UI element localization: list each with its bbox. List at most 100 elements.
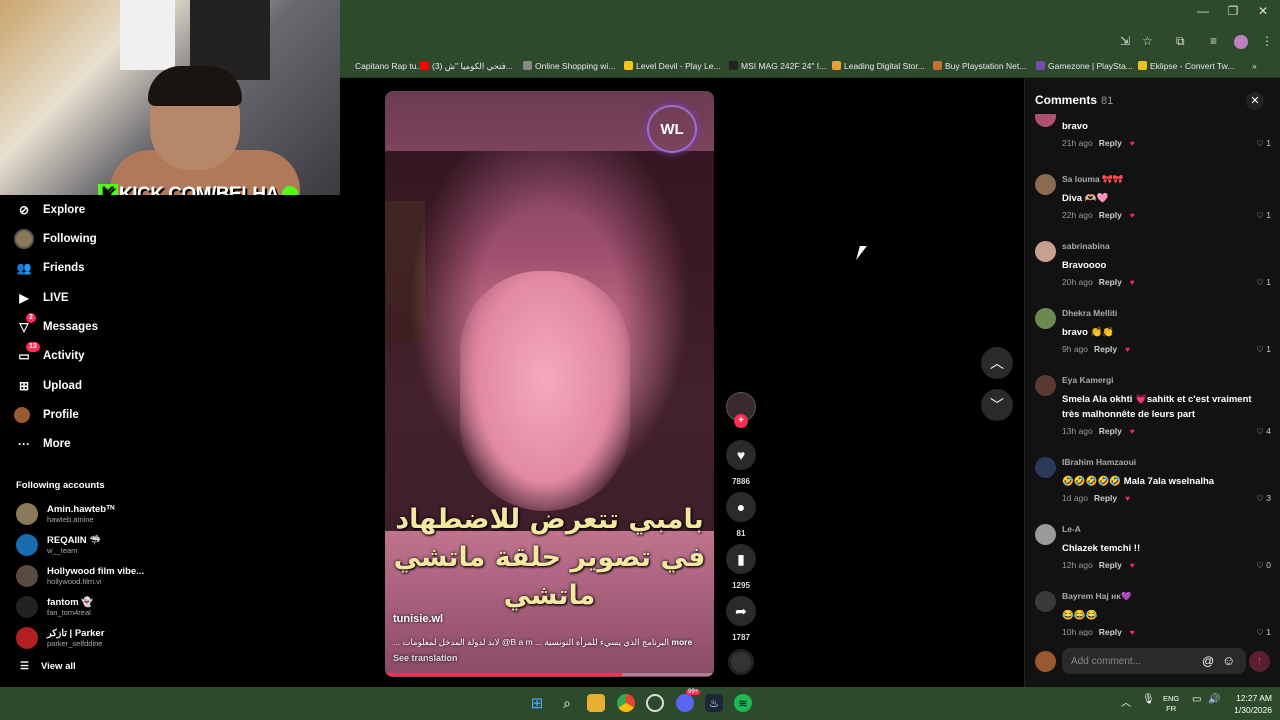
like-heart-icon[interactable]: ♥	[726, 440, 756, 470]
commenter-avatar[interactable]	[1035, 591, 1056, 612]
share-arrow-icon[interactable]: ➦	[726, 596, 756, 626]
next-video-chevron-down-icon[interactable]: ﹀	[981, 389, 1013, 421]
bookmark-item[interactable]: Online Shopping wi...	[523, 61, 615, 71]
commenter-name[interactable]: Bayrem Haj ʜᴋ💜	[1062, 591, 1132, 602]
video-player[interactable]: WL بامبي تتعرض للاضطهاد في تصوير حلقة ما…	[385, 91, 714, 677]
commenter-avatar[interactable]	[1035, 174, 1056, 195]
add-comment-input[interactable]	[1062, 648, 1246, 674]
emoji-picker-icon[interactable]: ☺	[1222, 653, 1235, 668]
commenter-name[interactable]: Dhekra Melliti	[1062, 308, 1117, 318]
spotify-icon[interactable]: ≋	[734, 694, 752, 712]
bookmark-item[interactable]: Gamezone | PlaySta...	[1036, 61, 1133, 71]
reply-button[interactable]: Reply	[1099, 560, 1122, 570]
menu-kebab-icon[interactable]: ⋮	[1261, 34, 1273, 48]
commenter-avatar[interactable]	[1035, 457, 1056, 478]
video-more-link[interactable]: more	[671, 637, 692, 647]
comment-like-button[interactable]: ♡ 0	[1256, 560, 1271, 571]
see-translation-link[interactable]: See translation	[393, 653, 458, 663]
bookmark-item[interactable]: (3) فتحي الكوميا "ش...	[420, 61, 513, 72]
comment-like-button[interactable]: ♡ 3	[1256, 493, 1271, 504]
network-icon[interactable]: ▭	[1192, 694, 1201, 705]
obs-icon[interactable]	[646, 694, 664, 712]
following-account-item[interactable]: fantom 👻 fan_tom4real	[16, 593, 93, 621]
nav-item-activity[interactable]: ▭ 13 Activity	[14, 342, 85, 368]
view-all-link[interactable]: ☰ View all	[20, 661, 76, 672]
bookmark-item[interactable]: Level Devil - Play Le...	[624, 61, 721, 71]
following-account-item[interactable]: Hollywood film vibe... hollywood.film.vi	[16, 562, 144, 590]
chrome-icon[interactable]	[617, 694, 635, 712]
media-control-icon[interactable]: ≡	[1210, 34, 1217, 48]
profile-avatar[interactable]	[1234, 35, 1248, 49]
reply-button[interactable]: Reply	[1099, 138, 1122, 148]
mention-at-icon[interactable]: @	[1202, 654, 1214, 668]
system-clock[interactable]: 12:27 AM 1/30/2026	[1224, 692, 1272, 716]
music-disc-icon[interactable]	[728, 649, 754, 675]
bookmarks-overflow-icon[interactable]: »	[1252, 61, 1257, 71]
search-icon[interactable]: ⌕	[558, 694, 576, 712]
reply-button[interactable]: Reply	[1094, 493, 1117, 503]
following-account-item[interactable]: REQAIIN 🦈 w__team	[16, 531, 101, 559]
reply-button[interactable]: Reply	[1099, 627, 1122, 636]
reply-button[interactable]: Reply	[1099, 426, 1122, 436]
tray-overflow-chevron-icon[interactable]: ︿	[1121, 694, 1131, 709]
comment-like-button[interactable]: ♡ 1	[1256, 344, 1271, 355]
comment-like-button[interactable]: ♡ 1	[1256, 277, 1271, 288]
reply-button[interactable]: Reply	[1099, 277, 1122, 287]
reply-button[interactable]: Reply	[1099, 210, 1122, 220]
bookmark-star-icon[interactable]: ☆	[1142, 34, 1153, 48]
discord-icon[interactable]: 99+	[676, 689, 701, 712]
following-account-item[interactable]: Amin.hawtebᵀᴺ hawteb.amine	[16, 500, 114, 528]
bookmark-item[interactable]: Capitano Rap tu...	[343, 61, 424, 71]
install-app-icon[interactable]: ⇲	[1120, 34, 1130, 48]
close-window-icon[interactable]: ✕	[1248, 4, 1278, 18]
nav-item-live[interactable]: ▶ LIVE	[14, 286, 68, 310]
commenter-avatar[interactable]	[1035, 114, 1056, 127]
commenter-avatar[interactable]	[1035, 524, 1056, 545]
nav-item-following[interactable]: Following	[14, 227, 97, 251]
nav-item-profile[interactable]: Profile	[14, 403, 79, 427]
bookmark-item[interactable]: Leading Digital Stor...	[832, 61, 925, 71]
commenter-name[interactable]: Sa louma 🎀🎀	[1062, 174, 1123, 185]
follow-plus-icon[interactable]: +	[734, 414, 748, 428]
comment-time: 9h ago	[1062, 344, 1088, 354]
send-comment-icon[interactable]: ↑	[1249, 651, 1270, 672]
previous-video-chevron-up-icon[interactable]: ︿	[981, 347, 1013, 379]
comment-like-button[interactable]: ♡ 4	[1256, 426, 1271, 437]
nav-item-friends[interactable]: 👥 Friends	[14, 256, 85, 280]
comment-like-button[interactable]: ♡ 1	[1256, 210, 1271, 221]
video-progress-bar[interactable]	[385, 673, 714, 676]
steam-icon[interactable]: ♨	[705, 694, 723, 712]
windows-start-icon[interactable]: ⊞	[528, 694, 546, 712]
minimize-icon[interactable]: —	[1188, 4, 1218, 18]
commenter-name[interactable]: Le-A	[1062, 524, 1081, 534]
close-comments-icon[interactable]: ✕	[1246, 92, 1264, 110]
commenter-name[interactable]: sabrinabina	[1062, 241, 1110, 251]
commenter-avatar[interactable]	[1035, 375, 1056, 396]
bookmark-favicon-icon	[729, 61, 738, 70]
comment-like-button[interactable]: ♡ 1	[1256, 627, 1271, 636]
nav-item-more[interactable]: ··· More	[14, 432, 70, 456]
commenter-name[interactable]: Eya Kamergi	[1062, 375, 1114, 385]
reply-button[interactable]: Reply	[1094, 344, 1117, 354]
volume-icon[interactable]: 🔊	[1208, 694, 1220, 705]
comment-list[interactable]: bravo 21h ago Reply ♥ ♡ 1 Sa louma 🎀🎀 Diva 🫶🏼🩷…	[1025, 114, 1280, 636]
nav-item-upload[interactable]: ⊞ Upload	[14, 374, 82, 398]
file-explorer-icon[interactable]	[587, 694, 605, 712]
restore-icon[interactable]: ❐	[1218, 4, 1248, 18]
following-account-item[interactable]: تازكر | Parker parker_selfddine	[16, 624, 104, 652]
bookmark-item[interactable]: Buy Playstation Net...	[933, 61, 1026, 71]
nav-item-messages[interactable]: ▽ 2 Messages	[14, 313, 98, 339]
bookmark-item[interactable]: MSI MAG 242F 24" I...	[729, 61, 826, 71]
bookmark-item[interactable]: Eklipse - Convert Tw...	[1138, 61, 1234, 71]
extensions-icon[interactable]: ⧉	[1176, 34, 1185, 49]
comment-like-button[interactable]: ♡ 1	[1256, 138, 1271, 149]
video-author[interactable]: tunisie.wl	[393, 613, 443, 625]
commenter-avatar[interactable]	[1035, 308, 1056, 329]
microphone-icon[interactable]: 🎙	[1142, 694, 1155, 705]
bookmark-save-icon[interactable]: ▮	[726, 544, 756, 574]
language-indicator[interactable]: ENG FR	[1163, 694, 1179, 714]
comment-bubble-icon[interactable]: ●	[726, 492, 756, 522]
nav-item-explore[interactable]: ⊘ Explore	[14, 198, 85, 222]
commenter-avatar[interactable]	[1035, 241, 1056, 262]
commenter-name[interactable]: IBrahim Hamzaoui	[1062, 457, 1136, 467]
